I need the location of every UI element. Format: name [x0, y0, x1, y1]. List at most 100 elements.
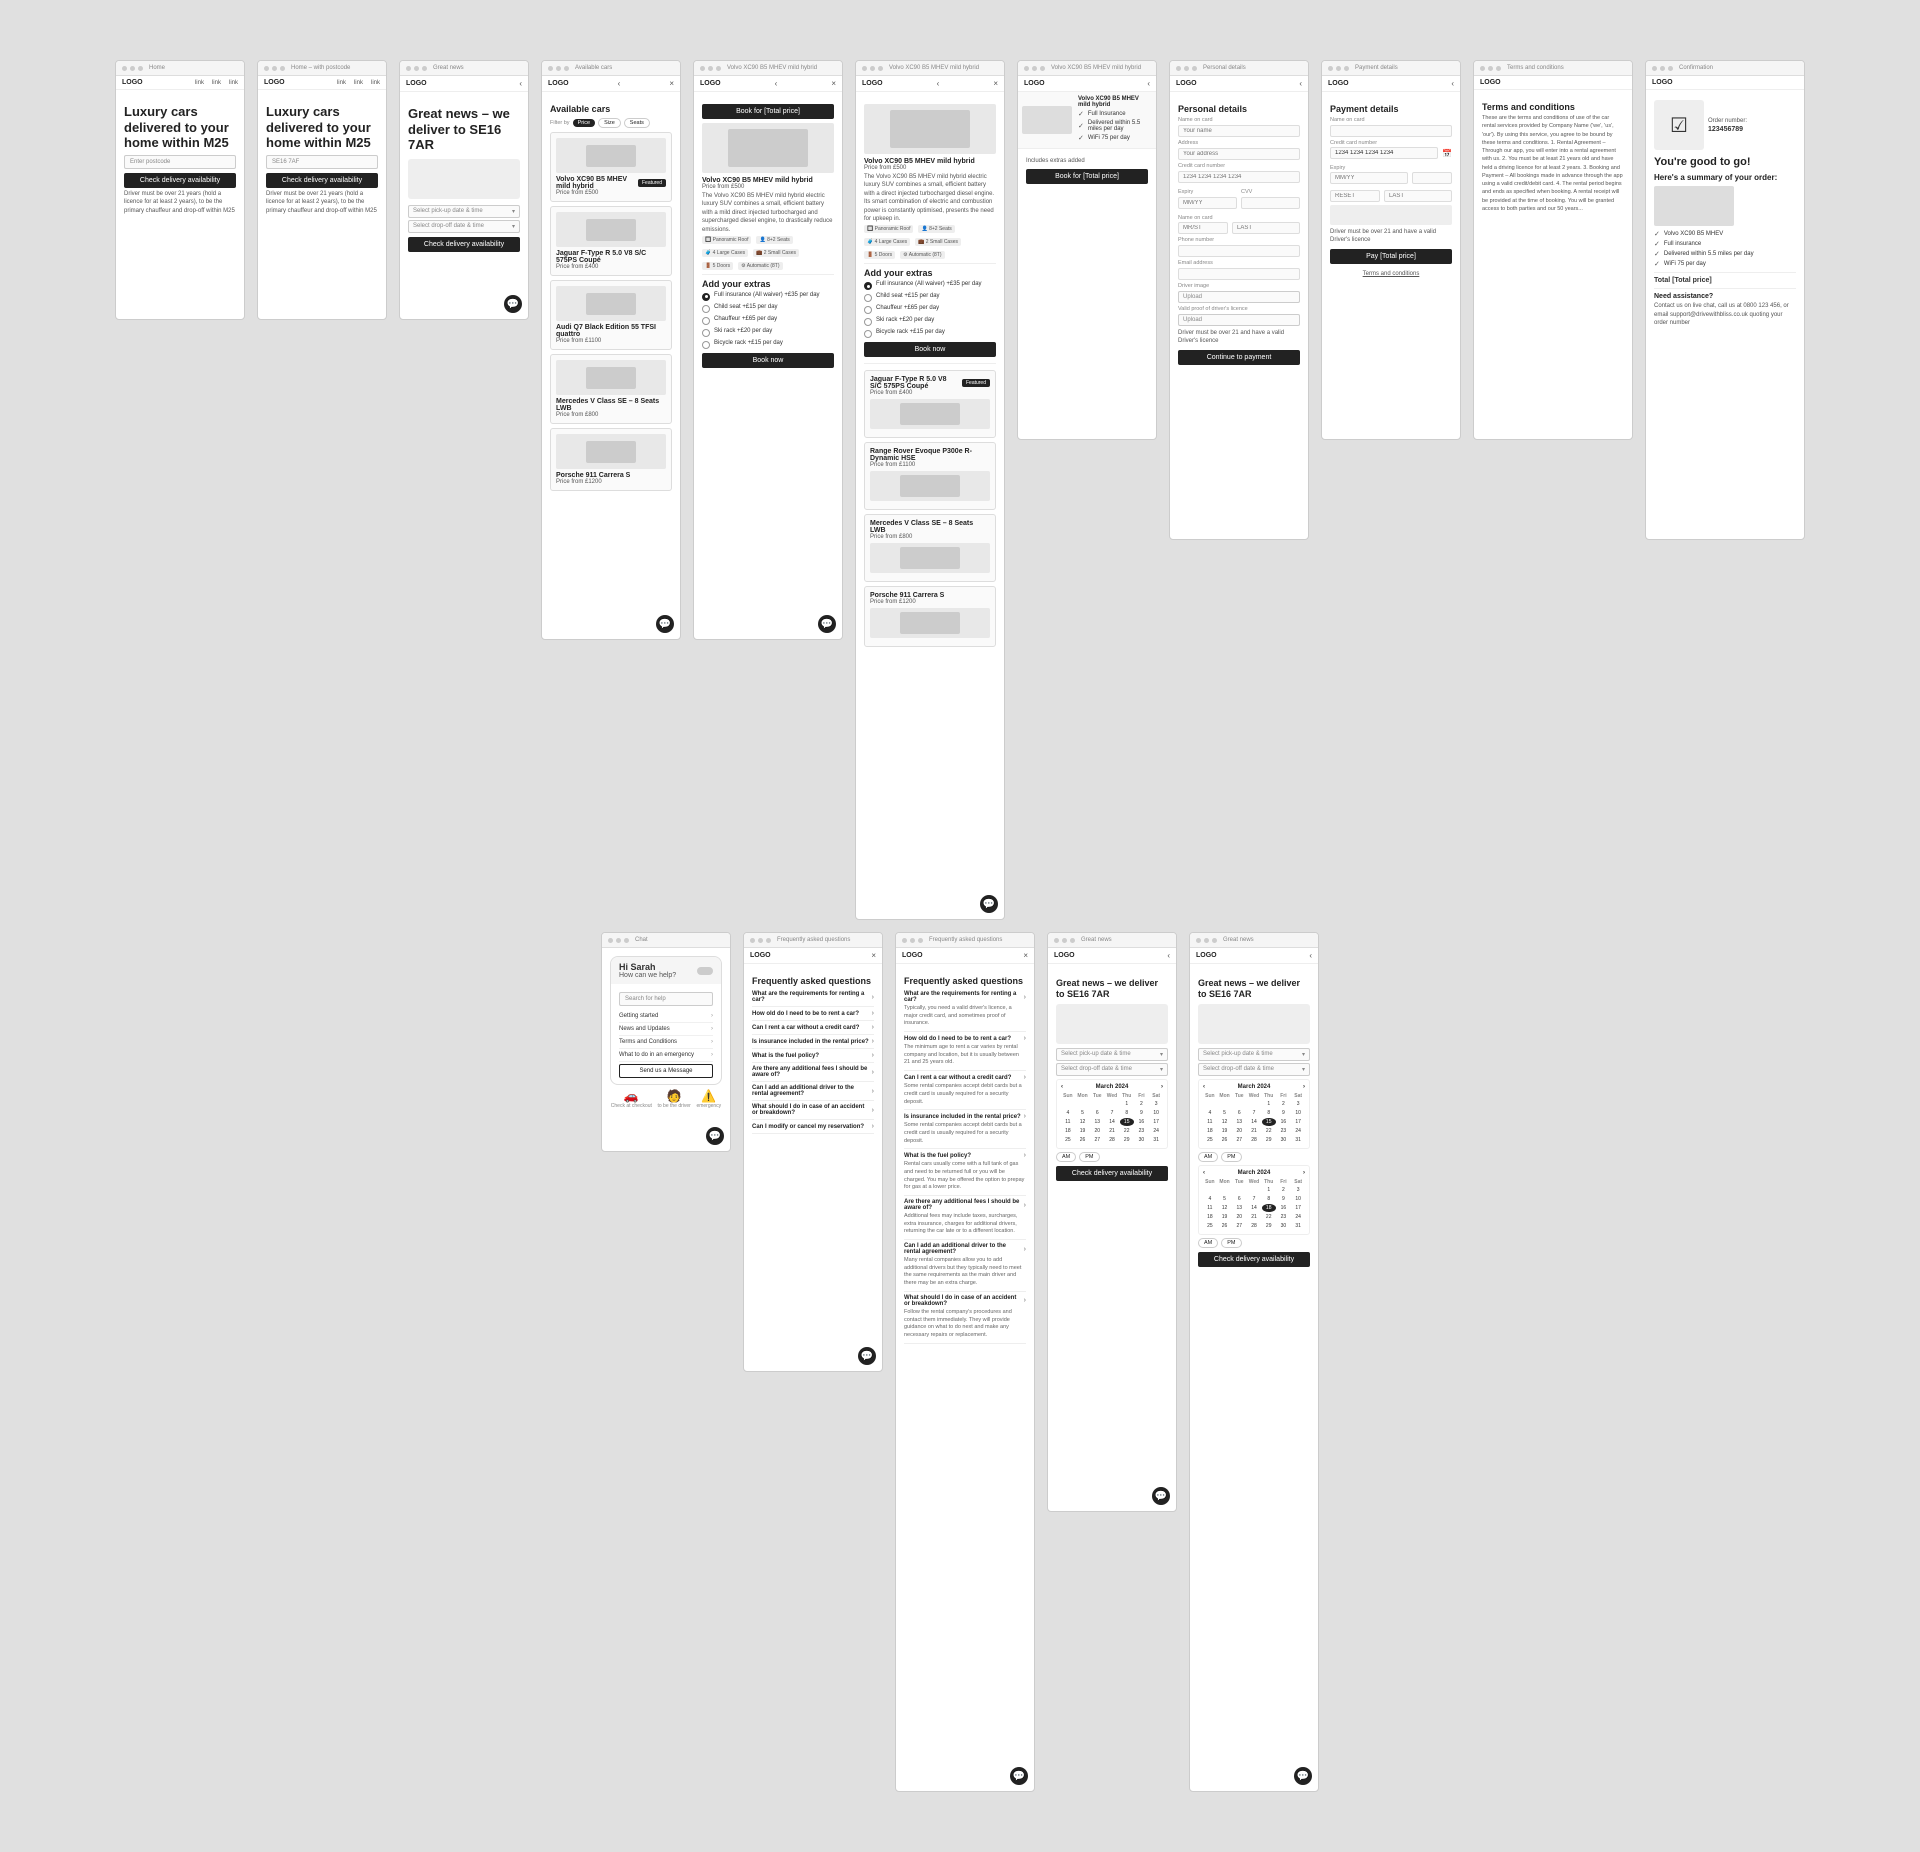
faq2-close[interactable]: × — [1023, 951, 1028, 960]
car-card-porsche2[interactable]: Porsche 911 Carrera S Price from £1200 — [864, 586, 996, 647]
cal-d-10[interactable]: 10 — [1149, 1109, 1163, 1117]
nav-link-3[interactable]: link — [229, 80, 238, 86]
slot2-pm[interactable]: PM — [1221, 1152, 1241, 1162]
chat-btn-3[interactable]: 💬 — [818, 615, 836, 633]
cal-d-30[interactable]: 30 — [1135, 1136, 1149, 1144]
faq2-item-3[interactable]: Can I rent a car without a credit card?›… — [904, 1071, 1026, 1110]
input-email[interactable] — [1178, 268, 1300, 280]
cal-prev-1[interactable]: ‹ — [1061, 1084, 1063, 1090]
chat-item-2[interactable]: News and Updates › — [619, 1023, 713, 1036]
cal-d-22[interactable]: 22 — [1120, 1127, 1134, 1135]
cal-d-20[interactable]: 20 — [1090, 1127, 1104, 1135]
input-card[interactable] — [1178, 171, 1300, 183]
cal-d-0-2[interactable] — [1076, 1100, 1090, 1108]
checkbox-insurance2[interactable] — [864, 282, 872, 290]
extra-chauffeur1[interactable]: Chauffeur +£65 per day — [702, 316, 834, 325]
cal-d-26[interactable]: 26 — [1076, 1136, 1090, 1144]
extra-child2[interactable]: Child seat +£15 per day — [864, 293, 996, 302]
volvo2-close[interactable]: × — [993, 79, 998, 88]
car-card-mercedes2[interactable]: Mercedes V Class SE – 8 Seats LWB Price … — [864, 514, 996, 582]
extra-insurance1[interactable]: Full insurance (All waiver) +£35 per day — [702, 292, 834, 301]
faq-item-4[interactable]: Is insurance included in the rental pric… — [752, 1035, 874, 1049]
chat-search[interactable]: Search for help — [619, 992, 713, 1006]
car-card-mercedes1[interactable]: Mercedes V Class SE – 8 Seats LWB Price … — [550, 354, 672, 424]
extra-ski1[interactable]: Ski rack +£20 per day — [702, 328, 834, 337]
cal-d-12[interactable]: 12 — [1076, 1118, 1090, 1126]
great1-check-btn[interactable]: Check delivery availability — [408, 237, 520, 252]
slot-am[interactable]: AM — [1056, 1152, 1076, 1162]
faq-item-3[interactable]: Can I rent a car without a credit card?› — [752, 1021, 874, 1035]
extra-chauffeur2[interactable]: Chauffeur +£65 per day — [864, 305, 996, 314]
cal-d-11[interactable]: 11 — [1061, 1118, 1075, 1126]
great2-check-btn[interactable]: Check delivery availability — [1056, 1166, 1168, 1181]
nav-link-1[interactable]: link — [195, 80, 204, 86]
avail-back[interactable]: ‹ — [618, 79, 621, 88]
car-card-jaguar1[interactable]: Jaguar F-Type R 5.0 V8 S/C 575PS Coupé P… — [550, 206, 672, 276]
volvo1-back[interactable]: ‹ — [775, 79, 778, 88]
chat-btn-6[interactable]: 💬 — [858, 1347, 876, 1365]
chat-btn-5[interactable]: 💬 — [706, 1127, 724, 1145]
great3-check-btn[interactable]: Check delivery availability — [1198, 1252, 1310, 1267]
input-lastname[interactable] — [1232, 222, 1300, 234]
cal3-prev[interactable]: ‹ — [1203, 1170, 1205, 1176]
chat-item-1[interactable]: Getting started › — [619, 1010, 713, 1023]
input-name[interactable] — [1178, 125, 1300, 137]
upload-driver-img[interactable]: Upload — [1178, 291, 1300, 303]
cal-d-7[interactable]: 7 — [1105, 1109, 1119, 1117]
chat-btn-7[interactable]: 💬 — [1010, 1767, 1028, 1785]
cal-d-3[interactable]: 3 — [1149, 1100, 1163, 1108]
input-pay-card[interactable] — [1330, 147, 1438, 159]
cal-d-21[interactable]: 21 — [1105, 1127, 1119, 1135]
cal-d-17[interactable]: 17 — [1149, 1118, 1163, 1126]
extra-ski2[interactable]: Ski rack +£20 per day — [864, 317, 996, 326]
faq2-item-2[interactable]: How old do I need to be to rent a car?› … — [904, 1032, 1026, 1071]
cal-d-9[interactable]: 9 — [1135, 1109, 1149, 1117]
checkbox-chauffeur2[interactable] — [864, 306, 872, 314]
cal-d-15[interactable]: 15 — [1120, 1118, 1134, 1126]
great1-back[interactable]: ‹ — [519, 79, 522, 88]
cal-d-31[interactable]: 31 — [1149, 1136, 1163, 1144]
volvo1-total-btn[interactable]: Book for [Total price] — [702, 104, 834, 119]
checkbox-ski1[interactable] — [702, 329, 710, 337]
slot2-am[interactable]: AM — [1198, 1152, 1218, 1162]
cal2-prev[interactable]: ‹ — [1203, 1084, 1205, 1090]
pay-btn[interactable]: Pay [Total price] — [1330, 249, 1452, 264]
chat-btn-1[interactable]: 💬 — [504, 295, 522, 313]
checkbox-ski2[interactable] — [864, 318, 872, 326]
extra-bike2[interactable]: Bicycle rack +£15 per day — [864, 329, 996, 338]
car-card-jaguar2[interactable]: Jaguar F-Type R 5.0 V8 S/C 575PS Coupé F… — [864, 370, 996, 438]
cal-d-13[interactable]: 13 — [1090, 1118, 1104, 1126]
great2-pickup[interactable]: Select pick-up date & time ▾ — [1056, 1048, 1168, 1061]
great2-back[interactable]: ‹ — [1167, 951, 1170, 960]
cal-d-27[interactable]: 27 — [1090, 1136, 1104, 1144]
cal-d-2[interactable]: 2 — [1135, 1100, 1149, 1108]
cal-d-18[interactable]: 18 — [1061, 1127, 1075, 1135]
faq-item-1[interactable]: What are the requirements for renting a … — [752, 988, 874, 1007]
volvo-sum-back[interactable]: ‹ — [1147, 79, 1150, 88]
great1-select-pickup[interactable]: Select pick-up date & time ▾ — [408, 205, 520, 218]
faq2-item-4[interactable]: Is insurance included in the rental pric… — [904, 1110, 1026, 1149]
volvo1-close[interactable]: × — [831, 79, 836, 88]
great3-dropoff[interactable]: Select drop-off date & time ▾ — [1198, 1063, 1310, 1076]
faq-item-6[interactable]: Are there any additional fees I should b… — [752, 1063, 874, 1082]
great3-pickup[interactable]: Select pick-up date & time ▾ — [1198, 1048, 1310, 1061]
payment-back[interactable]: ‹ — [1451, 79, 1454, 88]
cal-d-4[interactable]: 4 — [1061, 1109, 1075, 1117]
cal-d-14[interactable]: 14 — [1105, 1118, 1119, 1126]
faq-item-9[interactable]: Can I modify or cancel my reservation?› — [752, 1120, 874, 1134]
car-card-range-rover1[interactable]: Range Rover Evoque P300e R-Dynamic HSE P… — [864, 442, 996, 510]
faq2-item-6[interactable]: Are there any additional fees I should b… — [904, 1196, 1026, 1240]
volvo2-book-btn[interactable]: Book now — [864, 342, 996, 357]
cal-d-0-3[interactable] — [1090, 1100, 1104, 1108]
slot3-am[interactable]: AM — [1198, 1238, 1218, 1248]
cal-d-19[interactable]: 19 — [1076, 1127, 1090, 1135]
nav-link-4[interactable]: link — [337, 80, 346, 86]
slot3-pm[interactable]: PM — [1221, 1238, 1241, 1248]
great3-back[interactable]: ‹ — [1309, 951, 1312, 960]
home2-postcode-input[interactable]: SE16 7AF — [266, 155, 378, 169]
volvo1-book-btn[interactable]: Book now — [702, 353, 834, 368]
cal-d-5[interactable]: 5 — [1076, 1109, 1090, 1117]
send-message-btn[interactable]: Send us a Message — [619, 1064, 713, 1078]
input-address[interactable] — [1178, 148, 1300, 160]
personal-back[interactable]: ‹ — [1299, 79, 1302, 88]
